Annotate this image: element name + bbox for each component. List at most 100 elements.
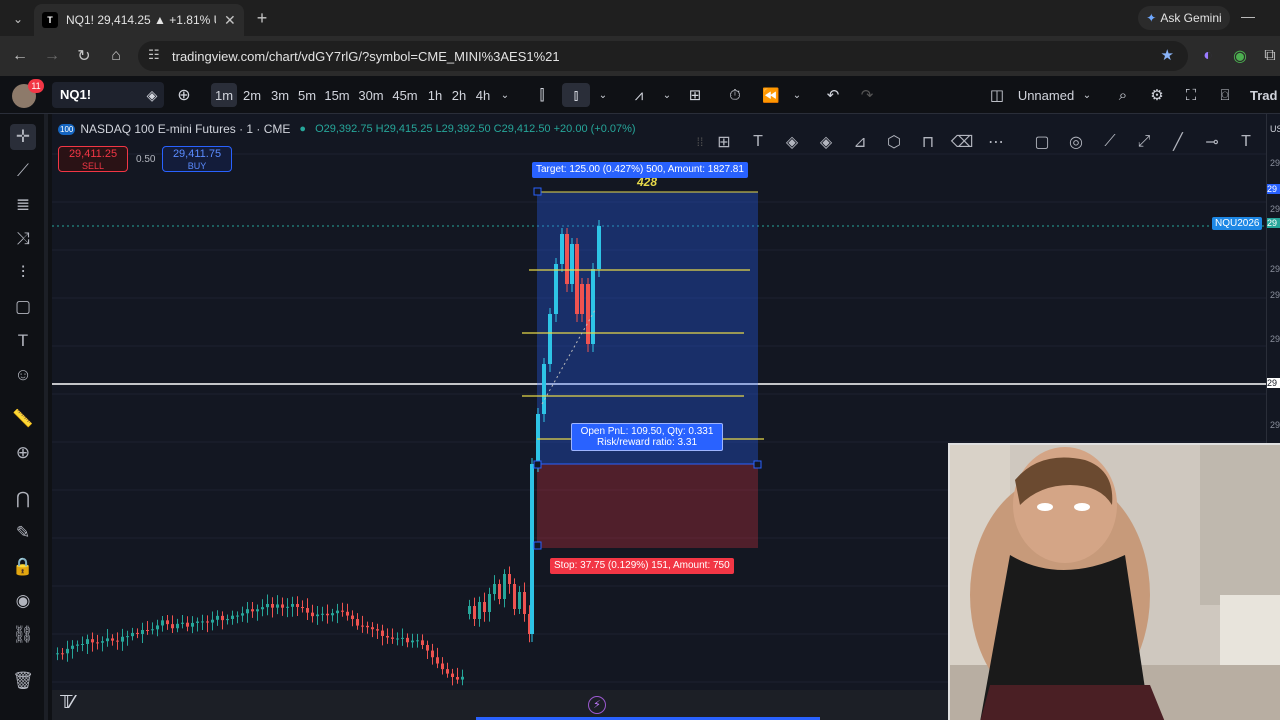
- emoji-icon[interactable]: ☺: [10, 362, 36, 388]
- projection-icon[interactable]: ⫶: [10, 260, 36, 286]
- interval-5m[interactable]: 5m: [295, 83, 319, 107]
- tab-title: NQ1! 29,414.25 ▲ +1.81% Unn: [66, 13, 216, 27]
- target-label[interactable]: Target: 125.00 (0.427%) 500, Amount: 182…: [532, 162, 748, 178]
- chart-type-chevron-down-icon[interactable]: ⌄: [596, 83, 610, 107]
- interval-4h[interactable]: 4h: [472, 83, 494, 107]
- chrome-extension-icon[interactable]: ◉: [1228, 44, 1252, 68]
- circle-tool-icon[interactable]: ◎: [1064, 130, 1088, 154]
- trend-line-icon[interactable]: ⟋: [10, 158, 36, 184]
- fill-color-red-icon[interactable]: ◈: [814, 130, 838, 154]
- candle-body: [206, 621, 209, 623]
- text-color-icon[interactable]: T: [746, 130, 770, 154]
- interval-30m[interactable]: 30m: [356, 83, 386, 107]
- extensions-puzzle-icon[interactable]: ⧉: [1258, 44, 1280, 68]
- snapshot-camera-icon[interactable]: ⌼: [1214, 83, 1236, 107]
- candle-body: [151, 629, 154, 631]
- ask-gemini-button[interactable]: ✦ Ask Gemini: [1138, 6, 1230, 30]
- link-icon[interactable]: ⛓: [10, 622, 36, 648]
- site-info-icon[interactable]: ☷: [148, 47, 160, 63]
- lightning-icon[interactable]: ⚡: [588, 696, 606, 714]
- add-symbol-icon[interactable]: ⊕: [174, 83, 194, 107]
- sell-button[interactable]: 29,411.25 SELL: [58, 146, 128, 172]
- fill-color-icon[interactable]: ◈: [780, 130, 804, 154]
- fib-lines-icon[interactable]: ≣: [10, 192, 36, 218]
- interval-3m[interactable]: 3m: [268, 83, 292, 107]
- interval-1m[interactable]: 1m: [211, 83, 237, 107]
- indicators-icon[interactable]: ⩘: [628, 83, 650, 107]
- trash-icon[interactable]: 🗑: [10, 668, 36, 694]
- interval-2m[interactable]: 2m: [240, 83, 264, 107]
- shapes-icon[interactable]: ▢: [10, 294, 36, 320]
- chart-image-icon[interactable]: ⊿: [848, 130, 872, 154]
- horizontal-ray-icon[interactable]: ⊸: [1200, 130, 1224, 154]
- close-tab-icon[interactable]: ✕: [224, 12, 236, 29]
- text-icon[interactable]: T: [10, 328, 36, 354]
- scale-label: 29: [1270, 264, 1280, 274]
- indicators-chevron-down-icon[interactable]: ⌄: [660, 83, 674, 107]
- back-icon[interactable]: ←: [8, 44, 32, 68]
- forward-icon[interactable]: →: [40, 44, 64, 68]
- more-options-icon[interactable]: ⋯: [984, 130, 1008, 154]
- stop-label[interactable]: Stop: 37.75 (0.129%) 151, Amount: 750: [550, 558, 734, 574]
- undo-icon[interactable]: ↶: [822, 83, 844, 107]
- interval-2h[interactable]: 2h: [448, 83, 470, 107]
- browser-address-bar: ← → ↻ ⌂ ☷ tradingview.com/chart/vdGY7rlG…: [0, 36, 1280, 76]
- fullscreen-icon[interactable]: ⛶: [1180, 83, 1202, 107]
- interval-dropdown-chevron-down-icon[interactable]: ⌄: [498, 83, 512, 107]
- line-tool-icon[interactable]: ╱: [1166, 130, 1190, 154]
- alert-clock-icon[interactable]: ⏱: [724, 83, 746, 107]
- settings-gear-icon[interactable]: ⚙: [1146, 83, 1168, 107]
- settings-hex-icon[interactable]: ⬡: [882, 130, 906, 154]
- lock-icon[interactable]: 🔒: [10, 554, 36, 580]
- candle-body: [586, 284, 590, 344]
- scale-label: 29: [1270, 290, 1280, 300]
- layout-name[interactable]: Unnamed: [1016, 83, 1076, 107]
- symbol-title[interactable]: NASDAQ 100 E-mini Futures · 1 · CME: [80, 122, 290, 136]
- quick-search-icon[interactable]: ⌕: [1112, 83, 1134, 107]
- stay-drawing-icon[interactable]: ✎: [10, 520, 36, 546]
- extension-icon[interactable]: ◐: [1196, 44, 1220, 68]
- url-field[interactable]: ☷ tradingview.com/chart/vdGY7rlG/?symbol…: [138, 41, 1188, 71]
- delete-drawing-icon[interactable]: ⌫: [950, 130, 974, 154]
- lock-drawing-icon[interactable]: ⊓: [916, 130, 940, 154]
- ruler-icon[interactable]: 📏: [10, 406, 36, 432]
- compare-symbol-icon[interactable]: ◈: [143, 83, 161, 107]
- candles-icon[interactable]: ⫾: [562, 83, 590, 107]
- bookmark-star-icon[interactable]: ★: [1161, 46, 1174, 64]
- pattern-icon[interactable]: ⤨: [10, 226, 36, 252]
- interval-1h[interactable]: 1h: [424, 83, 446, 107]
- interval-45m[interactable]: 45m: [390, 83, 420, 107]
- new-tab-plus-icon[interactable]: +: [252, 8, 272, 28]
- minimize-window-icon[interactable]: —: [1238, 8, 1258, 28]
- interval-15m[interactable]: 15m: [322, 83, 352, 107]
- tab-search-icon[interactable]: ⌄: [8, 9, 28, 29]
- replay-icon[interactable]: ⏪: [760, 83, 782, 107]
- redo-icon[interactable]: ↷: [856, 83, 878, 107]
- reload-icon[interactable]: ↻: [72, 44, 96, 68]
- brush-tool-icon[interactable]: ⟋: [1098, 130, 1122, 154]
- home-icon[interactable]: ⌂: [104, 44, 128, 68]
- magnet-icon[interactable]: ⋂: [10, 486, 36, 512]
- layout-panel-icon[interactable]: ◫: [986, 83, 1008, 107]
- layouts-grid-icon[interactable]: ⊞: [684, 83, 706, 107]
- text-tool-icon[interactable]: T: [1234, 130, 1258, 154]
- candle-body: [346, 611, 349, 616]
- layout-chevron-down-icon[interactable]: ⌄: [1080, 83, 1094, 107]
- bar-style-icon[interactable]: ⫿: [532, 83, 552, 107]
- replay-chevron-down-icon[interactable]: ⌄: [790, 83, 804, 107]
- drag-handle-icon[interactable]: ⁞⁞: [688, 130, 712, 154]
- pnl-label[interactable]: Open PnL: 109.50, Qty: 0.331 Risk/reward…: [571, 423, 723, 451]
- rectangle-tool-icon[interactable]: ▢: [1030, 130, 1054, 154]
- trade-button[interactable]: Trad: [1250, 83, 1280, 107]
- crosshair-icon[interactable]: ✛: [10, 124, 36, 150]
- path-tool-icon[interactable]: ⤢: [1132, 130, 1156, 154]
- templates-icon[interactable]: ⊞: [712, 130, 736, 154]
- candle-body: [356, 619, 359, 626]
- buy-button[interactable]: 29,411.75 BUY: [162, 146, 232, 172]
- zoom-in-icon[interactable]: ⊕: [10, 440, 36, 466]
- browser-tab-bar: ⌄ T NQ1! 29,414.25 ▲ +1.81% Unn ✕ + ✦ As…: [0, 0, 1280, 36]
- eye-icon[interactable]: ◉: [10, 588, 36, 614]
- candle-body: [560, 234, 564, 264]
- candle-body: [530, 464, 534, 634]
- browser-tab[interactable]: T NQ1! 29,414.25 ▲ +1.81% Unn ✕: [34, 4, 244, 36]
